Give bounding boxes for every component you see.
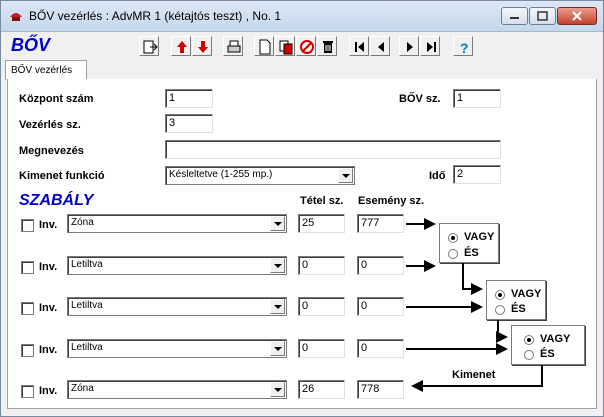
arrow-kimenet (411, 365, 543, 392)
app-window: BŐV vezérlés : AdvMR 1 (kétajtós teszt) … (0, 0, 604, 417)
arrow-group1-out (462, 263, 483, 295)
arrow-group2-out (496, 320, 508, 343)
logic-arrows (406, 218, 543, 392)
